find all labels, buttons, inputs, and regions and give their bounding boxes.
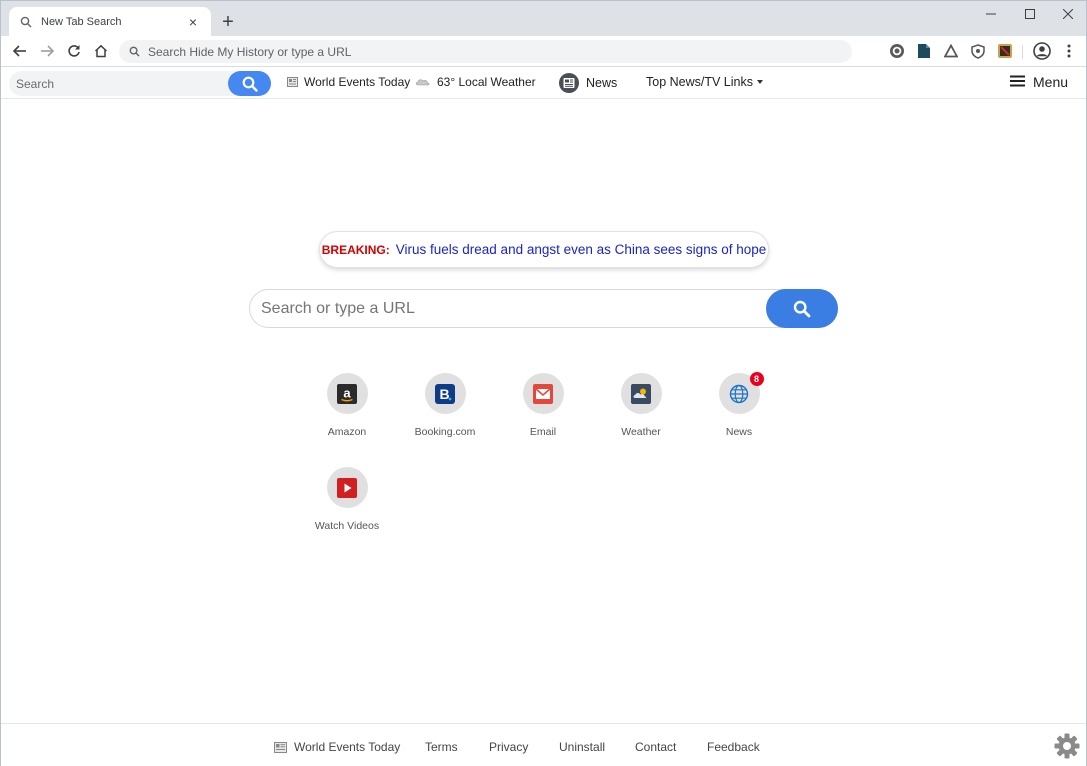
maximize-button[interactable] <box>1011 3 1049 25</box>
page-topbar: World Events Today 63° Local Weather New… <box>1 68 1086 99</box>
reload-icon <box>68 45 80 57</box>
booking-icon: B <box>424 373 466 414</box>
page-footer: World Events Today Terms Privacy Uninsta… <box>1 723 1086 766</box>
omnibox[interactable] <box>119 40 852 63</box>
tile-label: Booking.com <box>414 426 476 438</box>
home-icon <box>94 44 108 58</box>
world-events-label: World Events Today <box>304 75 411 89</box>
tile-watch-videos[interactable]: Watch Videos <box>302 467 392 547</box>
search-icon <box>793 300 811 317</box>
menu-button[interactable]: Menu <box>1010 74 1068 90</box>
weather-icon <box>620 373 662 414</box>
tile-label: Email <box>529 426 557 438</box>
tile-email[interactable]: Email <box>498 373 588 453</box>
news-icon <box>558 72 580 94</box>
home-button[interactable] <box>90 40 112 62</box>
topbar-search-input[interactable] <box>16 75 226 92</box>
browser-toolbar <box>0 36 1087 67</box>
news-link[interactable]: News <box>558 72 617 94</box>
amazon-icon: a <box>326 373 368 414</box>
extension-icon-1[interactable] <box>888 42 906 60</box>
main-search-input[interactable] <box>261 298 761 320</box>
footer-feedback-link[interactable]: Feedback <box>707 740 760 754</box>
forward-button[interactable] <box>36 40 58 62</box>
tile-label: Weather <box>621 426 661 438</box>
news-label: News <box>586 76 618 90</box>
extension-icon-5[interactable] <box>996 42 1014 60</box>
tile-label: Watch Videos <box>314 520 380 532</box>
play-icon <box>326 467 368 508</box>
footer-contact-link[interactable]: Contact <box>635 740 676 754</box>
omnibox-input[interactable] <box>148 44 852 59</box>
triangle-icon[interactable] <box>942 42 960 60</box>
breaking-label: BREAKING: <box>321 242 390 257</box>
reload-button[interactable] <box>63 40 85 62</box>
footer-world-events-label: World Events Today <box>294 740 401 754</box>
close-window-button[interactable] <box>1049 3 1087 25</box>
shield-icon[interactable] <box>969 42 987 60</box>
settings-gear-icon[interactable] <box>1053 732 1081 760</box>
window-border-left <box>0 36 1 766</box>
menu-label: Menu <box>1033 74 1069 90</box>
footer-privacy-link[interactable]: Privacy <box>489 740 528 754</box>
top-news-label: Top News/TV Links <box>646 75 753 89</box>
tile-booking[interactable]: B Booking.com <box>400 373 490 453</box>
globe-icon: 8 <box>718 372 764 414</box>
topbar-search <box>9 71 271 96</box>
close-tab-button[interactable]: × <box>185 14 201 30</box>
toolbar-divider <box>1022 45 1023 59</box>
tile-amazon[interactable]: a Amazon <box>302 373 392 453</box>
main-search-button[interactable] <box>766 289 838 328</box>
breaking-headline[interactable]: Virus fuels dread and angst even as Chin… <box>396 242 767 257</box>
email-icon <box>522 373 564 414</box>
newspaper-icon <box>287 77 298 87</box>
search-icon <box>129 46 140 57</box>
svg-text:B: B <box>439 386 449 402</box>
search-icon <box>242 76 258 92</box>
world-events-link[interactable]: World Events Today <box>287 75 410 89</box>
breaking-news-banner[interactable]: BREAKING: Virus fuels dread and angst ev… <box>319 231 769 268</box>
active-tab[interactable]: New Tab Search × <box>9 7 211 37</box>
arrow-left-icon <box>13 45 26 57</box>
footer-uninstall-link[interactable]: Uninstall <box>559 740 605 754</box>
browser-titlebar: New Tab Search × + <box>0 0 1087 37</box>
back-button[interactable] <box>9 40 31 62</box>
local-weather-link[interactable]: 63° Local Weather <box>415 75 536 89</box>
caret-down-icon <box>756 80 763 84</box>
topbar-search-button[interactable] <box>228 71 271 96</box>
weather-label: 63° Local Weather <box>437 75 536 89</box>
notification-badge: 8 <box>749 372 764 386</box>
tab-title: New Tab Search <box>41 16 122 28</box>
tile-label: Amazon <box>327 426 367 438</box>
tile-weather[interactable]: Weather <box>596 373 686 453</box>
profile-avatar-icon[interactable] <box>1033 42 1051 60</box>
footer-world-events-link[interactable]: World Events Today <box>274 740 400 754</box>
top-news-dropdown[interactable]: Top News/TV Links <box>646 75 763 89</box>
cloud-icon <box>415 77 431 87</box>
arrow-right-icon <box>41 45 54 57</box>
svg-text:a: a <box>343 385 351 400</box>
document-icon[interactable] <box>915 42 933 60</box>
main-search-bar <box>249 289 838 328</box>
hamburger-icon <box>1010 74 1025 90</box>
new-tab-button[interactable]: + <box>217 11 239 33</box>
minimize-button[interactable] <box>972 3 1010 25</box>
footer-terms-link[interactable]: Terms <box>425 740 458 754</box>
newspaper-icon <box>274 741 287 753</box>
search-icon <box>19 15 33 29</box>
more-menu-icon[interactable] <box>1060 42 1078 60</box>
tile-news[interactable]: 8 News <box>694 372 784 453</box>
tile-label: News <box>725 426 753 438</box>
